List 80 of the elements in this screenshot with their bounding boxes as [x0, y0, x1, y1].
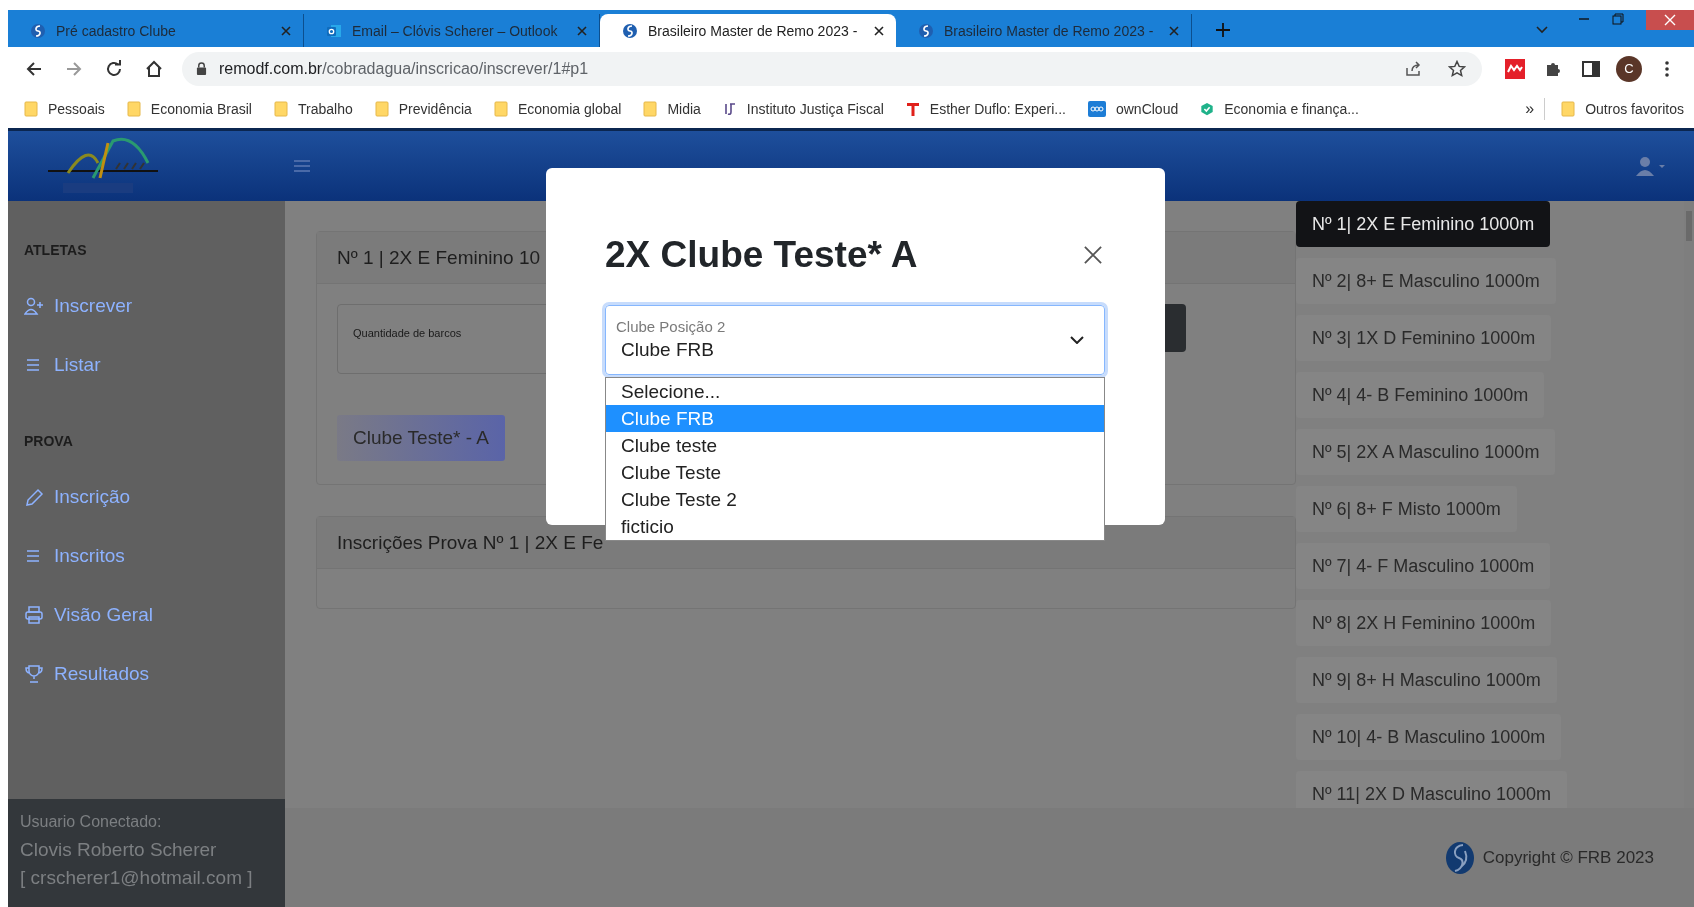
- back-icon[interactable]: [25, 59, 43, 78]
- chevron-down-icon: [1070, 336, 1084, 344]
- user-menu-icon[interactable]: [1636, 156, 1666, 176]
- section-heading: ATLETAS: [24, 242, 88, 258]
- close-icon: [1664, 14, 1676, 26]
- share-icon[interactable]: [1404, 59, 1422, 78]
- dropdown-option[interactable]: Clube teste: [606, 432, 1104, 459]
- cloud-app-icon: [1087, 101, 1106, 117]
- bookmark-item[interactable]: Previdência: [374, 101, 472, 117]
- modal-title: 2X Clube Teste* A: [605, 234, 918, 276]
- bookmark-item[interactable]: ownCloud: [1087, 101, 1179, 117]
- new-tab-icon[interactable]: [1216, 23, 1230, 37]
- address-bar[interactable]: remodf.com.br/cobradagua/inscricao/inscrever/1#p1: [182, 51, 1482, 86]
- event-item[interactable]: Nº 4| 4- B Feminino 1000m: [1296, 372, 1545, 418]
- letter-t-icon: [905, 101, 920, 117]
- site-logo-icon: [30, 22, 46, 39]
- bookmark-item[interactable]: Pessoais: [24, 101, 105, 117]
- event-item[interactable]: Nº 3| 1X D Feminino 1000m: [1296, 315, 1552, 361]
- dropdown-option[interactable]: Clube Teste: [606, 459, 1104, 486]
- url-text: remodf.com.br/cobradagua/inscricao/inscrever/1#p1: [219, 59, 589, 78]
- trophy-icon: [24, 665, 44, 683]
- bookmark-item[interactable]: Trabalho: [273, 101, 353, 117]
- pencil-icon: [24, 488, 44, 506]
- bookmark-item[interactable]: Economia global: [493, 101, 622, 117]
- card-title: Nº 1 | 2X E Feminino 10: [337, 246, 541, 269]
- user-caption: Usuario Conectado:: [20, 813, 163, 831]
- bookmark-item[interactable]: Outros favoritos: [1561, 101, 1684, 117]
- folder-icon: [126, 101, 141, 117]
- copyright-text: Copyright © FRB 2023: [1482, 847, 1654, 868]
- folder-icon: [374, 101, 389, 117]
- event-item[interactable]: Nº 11| 2X D Masculino 1000m: [1296, 771, 1568, 808]
- mail-app-icon: [326, 22, 342, 39]
- event-item[interactable]: Nº 7| 4- F Masculino 1000m: [1296, 543, 1551, 589]
- event-item[interactable]: Nº 6| 8+ F Misto 1000m: [1296, 486, 1517, 532]
- card-title: Inscrições Prova Nº 1 | 2X E Fe: [337, 531, 604, 554]
- dropdown-option[interactable]: Clube Teste 2: [606, 486, 1104, 513]
- event-item[interactable]: Nº 2| 8+ E Masculino 1000m: [1296, 258, 1556, 304]
- site-logo-icon: [622, 22, 638, 39]
- dropdown-option[interactable]: ficticio: [606, 513, 1104, 540]
- site-logo-icon: [918, 22, 934, 39]
- lock-icon: [196, 62, 207, 75]
- club-select[interactable]: Clube Posição 2 Clube FRB: [605, 305, 1105, 375]
- printer-icon: [24, 606, 44, 624]
- more-bookmarks-button[interactable]: »: [1525, 100, 1535, 118]
- bookmark-item[interactable]: Economia Brasil: [126, 101, 252, 117]
- federation-logo-icon: [1444, 840, 1475, 875]
- section-heading: PROVA: [24, 433, 74, 449]
- event-item[interactable]: Nº 10| 4- B Masculino 1000m: [1296, 714, 1562, 760]
- close-window-button[interactable]: [1646, 10, 1694, 30]
- user-name: Clovis Roberto Scherer: [20, 839, 218, 861]
- user-email: [ crscherer1@hotmail.com ]: [20, 867, 254, 889]
- reload-icon[interactable]: [105, 59, 123, 78]
- event-item[interactable]: Nº 1| 2X E Feminino 1000m: [1296, 201, 1551, 247]
- folder-icon: [1561, 101, 1576, 117]
- hexagon-check-icon: [1200, 101, 1215, 117]
- forward-icon[interactable]: [65, 59, 83, 78]
- monogram-icon: [722, 101, 737, 117]
- event-item[interactable]: Nº 8| 2X H Feminino 1000m: [1296, 600, 1552, 646]
- event-item[interactable]: Nº 5| 2X A Masculino 1000m: [1296, 429, 1556, 475]
- browser-tab[interactable]: Brasileiro Master de Remo 2023 -: [600, 14, 896, 47]
- folder-icon: [273, 101, 288, 117]
- side-panel-icon[interactable]: [1581, 58, 1601, 79]
- extension-icon[interactable]: [1505, 58, 1525, 79]
- dropdown-option[interactable]: Selecione...: [606, 378, 1104, 405]
- bookmark-item[interactable]: Instituto Justiça Fiscal: [722, 101, 884, 117]
- event-item[interactable]: Nº 9| 8+ H Masculino 1000m: [1296, 657, 1557, 703]
- star-icon[interactable]: [1448, 59, 1466, 78]
- bookmark-item[interactable]: Midia: [643, 101, 701, 117]
- bookmark-item[interactable]: Economia e finança...: [1200, 101, 1359, 117]
- folder-icon: [493, 101, 508, 117]
- restore-icon[interactable]: [1612, 13, 1624, 25]
- profile-avatar[interactable]: C: [1616, 55, 1642, 82]
- add-user-icon: [24, 297, 44, 315]
- close-icon[interactable]: [874, 25, 884, 36]
- close-icon[interactable]: [1084, 246, 1102, 264]
- folder-icon: [643, 101, 658, 117]
- home-icon[interactable]: [145, 59, 163, 78]
- bookmark-item[interactable]: Esther Duflo: Experi...: [905, 101, 1066, 117]
- chevron-down-icon[interactable]: [1536, 26, 1548, 34]
- folder-icon: [24, 101, 38, 117]
